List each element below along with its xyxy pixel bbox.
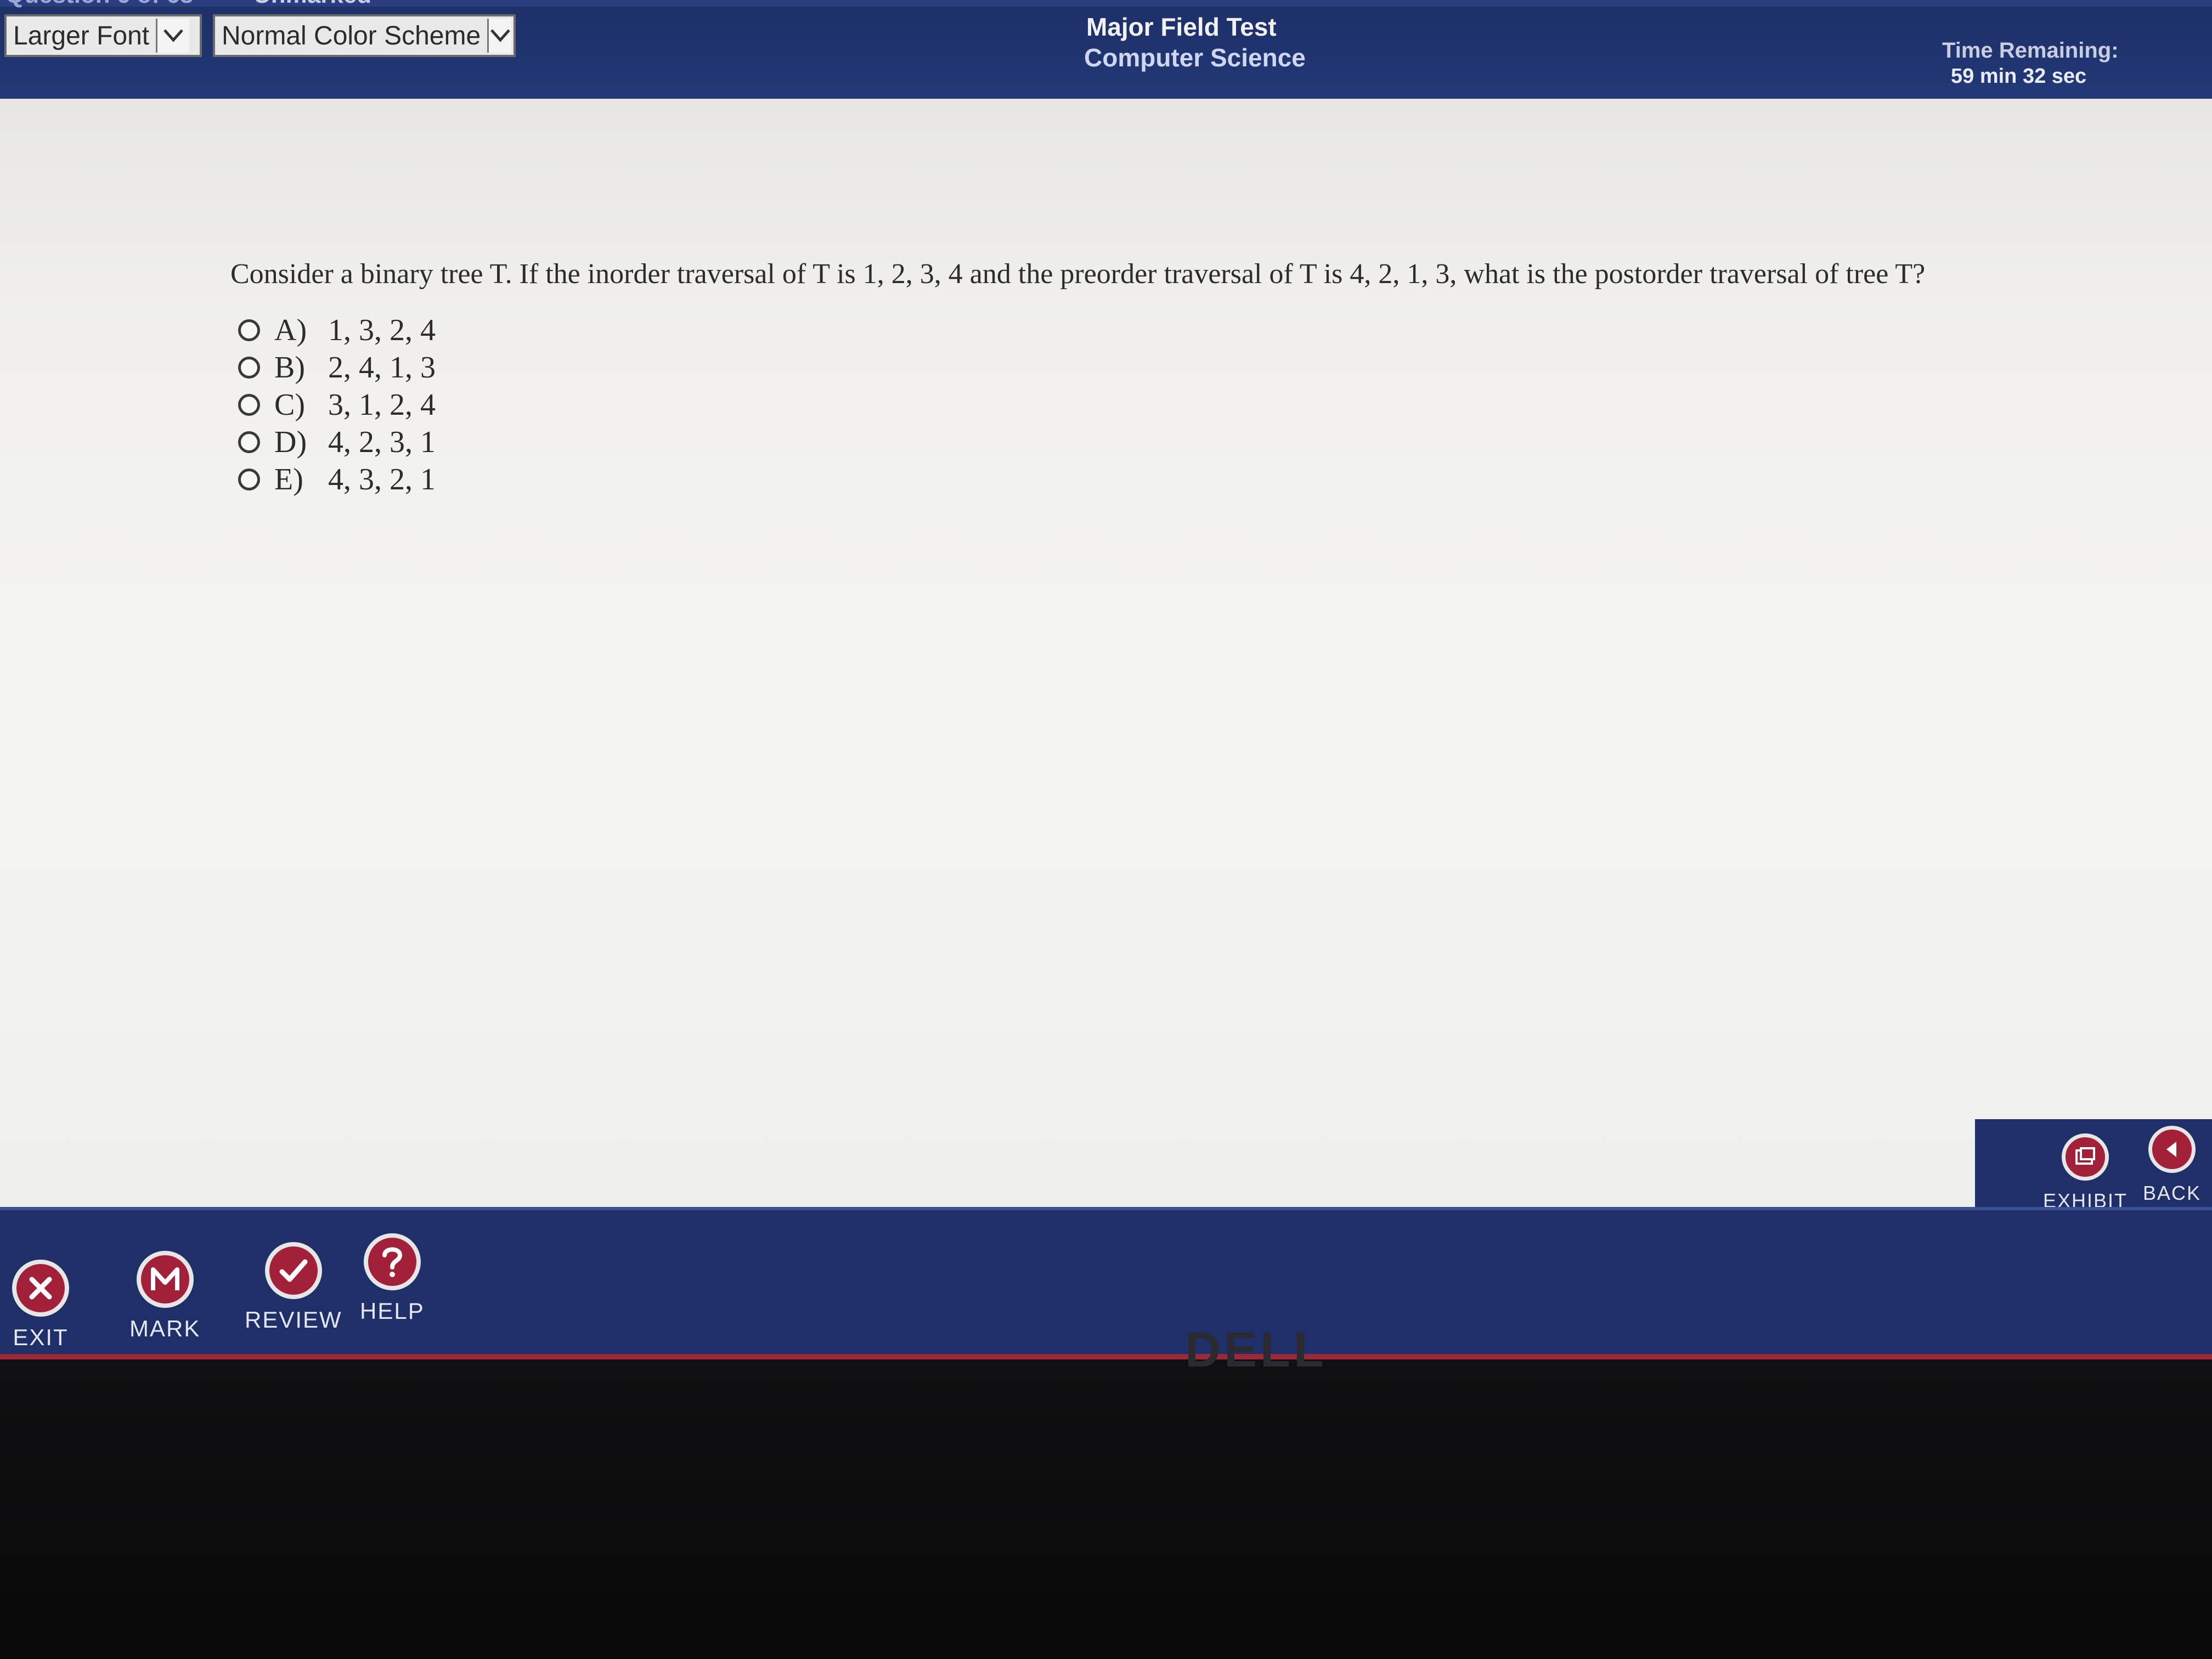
chevron-down-icon[interactable] — [487, 19, 511, 53]
radio-button[interactable] — [238, 431, 260, 453]
choice-letter: C) — [274, 388, 305, 422]
choice-letter: D) — [274, 425, 307, 459]
checkmark-icon — [264, 1242, 322, 1299]
arrow-left-icon — [2148, 1126, 2196, 1173]
back-label: BACK — [2143, 1182, 2202, 1204]
chevron-down-icon[interactable] — [156, 19, 190, 53]
exit-label: EXIT — [13, 1324, 69, 1350]
review-button[interactable]: REVIEW — [245, 1242, 342, 1333]
header-bar: Question 6 of 68 Unmarked Larger Font No… — [0, 0, 2212, 114]
choice-letter: A) — [274, 313, 307, 347]
time-remaining-label: Time Remaining: — [1942, 38, 2119, 63]
header-top-strip: Question 6 of 68 Unmarked — [0, 0, 2212, 9]
choice-a[interactable]: A) 1, 3, 2, 4 — [238, 313, 436, 348]
question-text: Consider a binary tree T. If the inorder… — [230, 258, 1926, 290]
choice-c[interactable]: C) 3, 1, 2, 4 — [238, 387, 436, 422]
x-icon — [12, 1260, 69, 1317]
choice-text: 4, 2, 3, 1 — [328, 425, 436, 459]
color-scheme-select[interactable]: Normal Color Scheme — [213, 14, 516, 57]
time-remaining-value: 59 min 32 sec — [1951, 65, 2087, 88]
monitor-bezel — [0, 1359, 2212, 1659]
radio-button[interactable] — [238, 319, 260, 341]
help-button[interactable]: HELP — [360, 1233, 425, 1324]
bottom-toolbar: EXIT MARK REVIEW HELP — [0, 1207, 2212, 1375]
color-scheme-select-value: Normal Color Scheme — [222, 21, 481, 50]
font-size-select-value: Larger Font — [13, 21, 150, 50]
monitor-logo: DELL — [1185, 1323, 1327, 1378]
test-subject: Computer Science — [1084, 43, 1306, 72]
question-counter: Question 6 of 68 — [5, 0, 193, 9]
bottom-divider — [0, 1354, 2212, 1359]
question-icon — [363, 1233, 421, 1290]
mark-button[interactable]: MARK — [129, 1251, 200, 1342]
choice-d[interactable]: D) 4, 2, 3, 1 — [238, 425, 436, 460]
test-title: Major Field Test — [1086, 13, 1277, 41]
choice-text: 3, 1, 2, 4 — [328, 388, 436, 422]
radio-button[interactable] — [238, 357, 260, 379]
mark-label: MARK — [129, 1316, 201, 1341]
help-label: HELP — [360, 1298, 425, 1324]
choice-letter: B) — [274, 351, 305, 385]
choice-b[interactable]: B) 2, 4, 1, 3 — [238, 350, 436, 385]
review-label: REVIEW — [245, 1307, 342, 1333]
radio-button[interactable] — [238, 394, 260, 416]
exit-button[interactable]: EXIT — [12, 1260, 69, 1351]
mark-status: Unmarked — [253, 0, 371, 9]
choice-text: 2, 4, 1, 3 — [328, 351, 436, 385]
question-panel: Consider a binary tree T. If the inorder… — [0, 99, 2212, 1207]
exhibit-icon — [2062, 1133, 2109, 1181]
choice-e[interactable]: E) 4, 3, 2, 1 — [238, 462, 436, 497]
choice-text: 1, 3, 2, 4 — [328, 313, 436, 347]
choice-letter: E) — [274, 462, 303, 496]
choice-text: 4, 3, 2, 1 — [328, 462, 436, 496]
m-icon — [136, 1251, 194, 1308]
font-size-select[interactable]: Larger Font — [4, 14, 202, 57]
exhibit-button[interactable]: EXHIBIT — [2043, 1133, 2128, 1212]
back-button[interactable]: BACK — [2143, 1126, 2201, 1205]
radio-button[interactable] — [238, 469, 260, 490]
